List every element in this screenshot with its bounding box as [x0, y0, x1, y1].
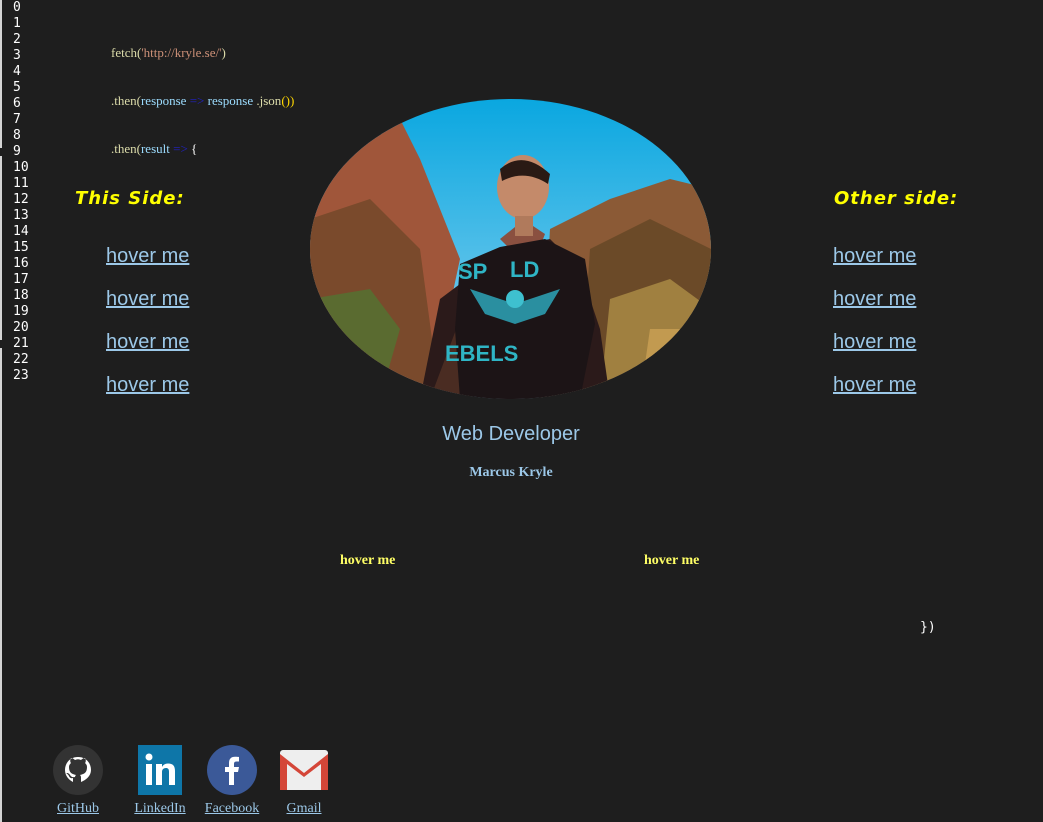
linkedin-link[interactable]: LinkedIn — [134, 801, 185, 817]
code-line-3: .then(result => { — [111, 141, 294, 157]
role-title: Web Developer — [442, 423, 580, 445]
github-link[interactable]: GitHub — [57, 801, 99, 817]
left-links: hover me hover me hover me hover me — [106, 245, 189, 417]
code-param: response — [140, 93, 187, 108]
line-number: 11 — [13, 176, 29, 191]
code-then: .then( — [111, 141, 141, 156]
line-number: 13 — [13, 208, 29, 223]
line-number: 15 — [13, 240, 29, 255]
line-number: 0 — [13, 0, 21, 15]
right-hover-link[interactable]: hover me — [833, 288, 916, 331]
editor-left-border — [0, 0, 2, 822]
code-paren: ) — [221, 45, 226, 60]
gmail-icon[interactable] — [279, 745, 329, 795]
code-param: result — [140, 141, 170, 156]
middle-hover-link[interactable]: hover me — [340, 553, 395, 569]
profile-name: Marcus Kryle — [469, 465, 553, 480]
line-number: 18 — [13, 288, 29, 303]
editor-edge-mark — [0, 340, 3, 348]
line-number: 5 — [13, 80, 21, 95]
middle-hover-link[interactable]: hover me — [644, 553, 699, 569]
line-number: 23 — [13, 368, 29, 383]
code-closing: }) — [920, 620, 936, 635]
line-number: 7 — [13, 112, 21, 127]
code-brace: { — [191, 141, 198, 156]
code-json: .json — [253, 93, 282, 108]
left-hover-link[interactable]: hover me — [106, 288, 189, 331]
right-side-title: Other side: — [834, 188, 959, 209]
code-line-2: .then(response => response .json()) — [111, 93, 294, 109]
line-number: 9 — [13, 144, 21, 159]
line-number: 6 — [13, 96, 21, 111]
line-number: 1 — [13, 16, 21, 31]
left-side-title: This Side: — [75, 188, 185, 209]
social-linkedin: LinkedIn — [124, 745, 196, 817]
svg-text:SP: SP — [458, 259, 487, 284]
line-number: 4 — [13, 64, 21, 79]
code-arrow: => — [186, 93, 208, 108]
line-number: 14 — [13, 224, 29, 239]
social-github: GitHub — [52, 745, 104, 817]
profile-photo: SP LD EBELS — [310, 99, 711, 399]
line-number: 21 — [13, 336, 29, 351]
line-number: 17 — [13, 272, 29, 287]
line-numbers: 0 1 2 3 4 5 6 7 8 9 10 11 12 13 14 15 16… — [13, 0, 29, 384]
line-number: 20 — [13, 320, 29, 335]
linkedin-icon[interactable] — [135, 745, 185, 795]
code-fetch: fetch( — [111, 45, 142, 60]
line-number: 16 — [13, 256, 29, 271]
social-links: GitHub LinkedIn Facebook Gmail — [52, 745, 340, 817]
code-arrow: => — [169, 141, 192, 156]
right-hover-link[interactable]: hover me — [833, 374, 916, 417]
left-hover-link[interactable]: hover me — [106, 245, 189, 288]
line-number: 12 — [13, 192, 29, 207]
code-then: .then( — [111, 93, 141, 108]
line-number: 22 — [13, 352, 29, 367]
code-snippet: fetch('http://kryle.se/') .then(response… — [111, 13, 294, 173]
svg-text:LD: LD — [510, 257, 539, 282]
right-links: hover me hover me hover me hover me — [833, 245, 916, 417]
editor-edge-mark — [0, 148, 3, 156]
social-gmail: Gmail — [268, 745, 340, 817]
line-number: 10 — [13, 160, 29, 175]
right-hover-link[interactable]: hover me — [833, 331, 916, 374]
social-facebook: Facebook — [196, 745, 268, 817]
code-line-1: fetch('http://kryle.se/') — [111, 45, 294, 61]
svg-text:EBELS: EBELS — [445, 341, 518, 366]
code-paren: ()) — [281, 93, 295, 108]
profile-photo-illustration: SP LD EBELS — [310, 99, 711, 399]
left-hover-link[interactable]: hover me — [106, 331, 189, 374]
facebook-link[interactable]: Facebook — [205, 801, 259, 817]
line-number: 2 — [13, 32, 21, 47]
left-hover-link[interactable]: hover me — [106, 374, 189, 417]
code-response: response — [207, 93, 254, 108]
gmail-link[interactable]: Gmail — [287, 801, 322, 817]
facebook-icon[interactable] — [207, 745, 257, 795]
line-number: 19 — [13, 304, 29, 319]
line-number: 8 — [13, 128, 21, 143]
right-hover-link[interactable]: hover me — [833, 245, 916, 288]
line-number: 3 — [13, 48, 21, 63]
code-url: 'http://kryle.se/' — [141, 45, 222, 60]
github-icon[interactable] — [53, 745, 103, 795]
